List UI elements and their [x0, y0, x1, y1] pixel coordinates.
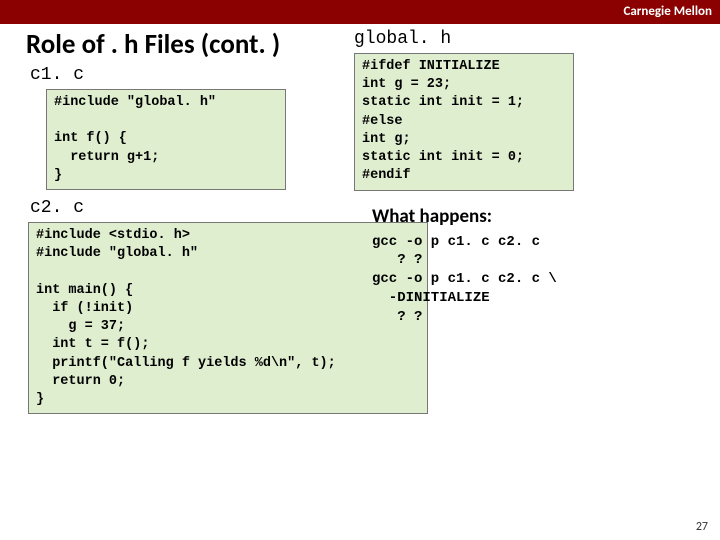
what-happens-label: What happens: [372, 205, 700, 228]
content-row: c1. c #include "global. h" int f() { ret… [26, 63, 700, 414]
globalh-label: global. h [354, 29, 700, 49]
outcome-text: gcc -o p c1. c c2. c ? ? gcc -o p c1. c … [372, 233, 700, 327]
c1-label: c1. c [30, 65, 336, 85]
org-label: Carnegie Mellon [623, 4, 712, 19]
c1-code: #include "global. h" int f() { return g+… [46, 89, 286, 190]
left-column: c1. c #include "global. h" int f() { ret… [26, 63, 336, 414]
globalh-code: #ifdef INITIALIZE int g = 23; static int… [354, 53, 574, 191]
header-bar: Carnegie Mellon [0, 0, 720, 24]
page-number: 27 [696, 520, 708, 534]
slide-body: Role of . h Files (cont. ) c1. c #includ… [0, 24, 720, 414]
right-column: global. h #ifdef INITIALIZE int g = 23; … [354, 29, 700, 414]
c2-label: c2. c [30, 198, 336, 218]
